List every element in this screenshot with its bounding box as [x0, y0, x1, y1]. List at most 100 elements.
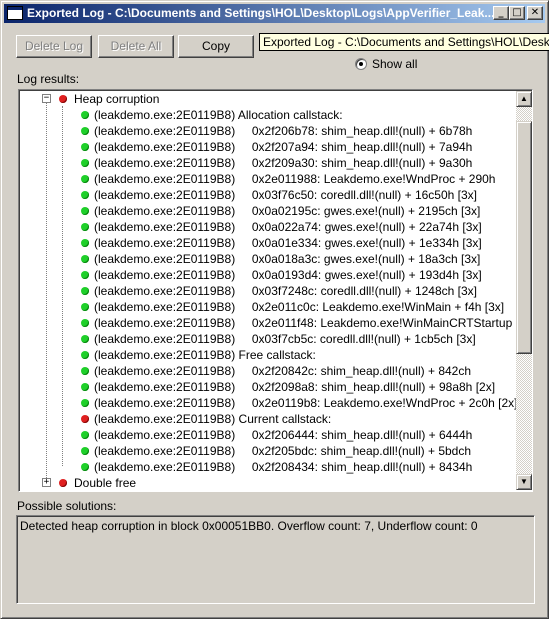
exported-log-window: Exported Log - C:\Documents and Settings…: [0, 0, 549, 619]
tree-row-text: (leakdemo.exe:2E0119B8) 0x03f7cb5c: core…: [94, 332, 476, 346]
tree-leaf[interactable]: (leakdemo.exe:2E0119B8) 0x2e011988: Leak…: [21, 171, 515, 187]
close-button[interactable]: ✕: [527, 6, 543, 20]
scroll-thumb[interactable]: [516, 121, 532, 354]
ok-status-icon: [81, 255, 89, 263]
tree-node[interactable]: − Heap corruption: [21, 91, 515, 107]
tree-row-text: (leakdemo.exe:2E0119B8) 0x03f7248c: core…: [94, 284, 478, 298]
window-icon: [7, 6, 23, 20]
tree-leaf[interactable]: (leakdemo.exe:2E0119B8) Current callstac…: [21, 411, 515, 427]
tree-row-text: (leakdemo.exe:2E0119B8) 0x2f208434: shim…: [94, 460, 473, 474]
tree-leaf[interactable]: (leakdemo.exe:2E0119B8) 0x2e0119b8: Leak…: [21, 395, 518, 411]
tree-leaf[interactable]: (leakdemo.exe:2E0119B8) 0x03f7248c: core…: [21, 283, 515, 299]
tree-row-text: (leakdemo.exe:2E0119B8) 0x2e011f48: Leak…: [94, 316, 533, 330]
ok-status-icon: [81, 127, 89, 135]
ok-status-icon: [81, 207, 89, 215]
possible-solutions-label: Possible solutions:: [17, 499, 117, 513]
copy-button[interactable]: Copy: [178, 35, 254, 58]
ok-status-icon: [81, 367, 89, 375]
delete-all-button[interactable]: Delete All: [98, 35, 174, 58]
ok-status-icon: [81, 143, 89, 151]
tree-row-text: (leakdemo.exe:2E0119B8) 0x0a01e334: gwes…: [94, 236, 482, 250]
tree-leaf[interactable]: (leakdemo.exe:2E0119B8) Free callstack:: [21, 347, 515, 363]
ok-status-icon: [81, 335, 89, 343]
ok-status-icon: [81, 463, 89, 471]
radio-selected-icon[interactable]: [355, 58, 367, 70]
tree-leaf[interactable]: (leakdemo.exe:2E0119B8) 0x2f206444: shim…: [21, 427, 515, 443]
tree-leaf[interactable]: (leakdemo.exe:2E0119B8) 0x2e011c0c: Leak…: [21, 299, 515, 315]
ok-status-icon: [81, 319, 89, 327]
ok-status-icon: [81, 223, 89, 231]
tree-row-text: (leakdemo.exe:2E0119B8) 0x2e011c0c: Leak…: [94, 300, 505, 314]
ok-status-icon: [81, 175, 89, 183]
tree-leaf[interactable]: (leakdemo.exe:2E0119B8) 0x2f2098a8: shim…: [21, 379, 515, 395]
tree-row-text: (leakdemo.exe:2E0119B8) 0x2f209a30: shim…: [94, 156, 473, 170]
error-status-icon: [59, 479, 67, 487]
tree-row-text: (leakdemo.exe:2E0119B8) 0x03f76c50: core…: [94, 188, 478, 202]
expand-icon[interactable]: +: [42, 478, 51, 487]
tree-row-text: (leakdemo.exe:2E0119B8) 0x0a022a74: gwes…: [94, 220, 482, 234]
tree-leaf[interactable]: (leakdemo.exe:2E0119B8) 0x2e011f48: Leak…: [21, 315, 532, 331]
title-tooltip: Exported Log - C:\Documents and Settings…: [259, 33, 549, 51]
tree-leaf[interactable]: (leakdemo.exe:2E0119B8) 0x0a022a74: gwes…: [21, 219, 515, 235]
tree-row-text: Double free: [74, 476, 137, 490]
scroll-down-arrow-icon[interactable]: ▼: [516, 474, 532, 490]
log-results-label: Log results:: [17, 72, 80, 86]
scroll-up-arrow-icon[interactable]: ▲: [516, 91, 532, 107]
ok-status-icon: [81, 399, 89, 407]
tree-node[interactable]: + Double free: [21, 475, 515, 491]
tree-leaf[interactable]: (leakdemo.exe:2E0119B8) 0x2f208434: shim…: [21, 459, 515, 475]
tree-leaf[interactable]: (leakdemo.exe:2E0119B8) 0x03f76c50: core…: [21, 187, 515, 203]
solutions-box[interactable]: Detected heap corruption in block 0x0005…: [16, 515, 535, 604]
tree-leaf[interactable]: (leakdemo.exe:2E0119B8) 0x2f206b78: shim…: [21, 123, 515, 139]
solutions-text: Detected heap corruption in block 0x0005…: [20, 519, 478, 533]
tree-leaf[interactable]: (leakdemo.exe:2E0119B8) Allocation calls…: [21, 107, 515, 123]
ok-status-icon: [81, 239, 89, 247]
log-results-tree[interactable]: − Heap corruption (leakdemo.exe:2E0119B8) …: [18, 89, 533, 492]
tree-row-text: (leakdemo.exe:2E0119B8) 0x2e011988: Leak…: [94, 172, 496, 186]
show-all-label: Show all: [372, 57, 418, 71]
tree-leaf[interactable]: (leakdemo.exe:2E0119B8) 0x03f7cb5c: core…: [21, 331, 515, 347]
ok-status-icon: [81, 111, 89, 119]
tree-row-text: (leakdemo.exe:2E0119B8) 0x2f206444: shim…: [94, 428, 473, 442]
tree-leaf[interactable]: (leakdemo.exe:2E0119B8) 0x2f207a94: shim…: [21, 139, 515, 155]
tree-row-text: (leakdemo.exe:2E0119B8) 0x2f20842c: shim…: [94, 364, 472, 378]
tree-row-text: (leakdemo.exe:2E0119B8) 0x0a02195c: gwes…: [94, 204, 481, 218]
tree-leaf[interactable]: (leakdemo.exe:2E0119B8) 0x2f209a30: shim…: [21, 155, 515, 171]
ok-status-icon: [81, 351, 89, 359]
tree-row-text: (leakdemo.exe:2E0119B8) Allocation calls…: [94, 108, 343, 122]
tree-row-text: Heap corruption: [74, 92, 160, 106]
ok-status-icon: [81, 159, 89, 167]
tree-leaf[interactable]: (leakdemo.exe:2E0119B8) 0x2f205bdc: shim…: [21, 443, 515, 459]
tree-leaf[interactable]: (leakdemo.exe:2E0119B8) 0x2f20842c: shim…: [21, 363, 515, 379]
tree-row-text: (leakdemo.exe:2E0119B8) 0x0a018a3c: gwes…: [94, 252, 481, 266]
tree-row-text: (leakdemo.exe:2E0119B8) 0x2f205bdc: shim…: [94, 444, 472, 458]
tree-row-text: (leakdemo.exe:2E0119B8) Free callstack:: [94, 348, 316, 362]
tree-row-text: (leakdemo.exe:2E0119B8) 0x2f2098a8: shim…: [94, 380, 496, 394]
tree-row-text: (leakdemo.exe:2E0119B8) 0x2f207a94: shim…: [94, 140, 473, 154]
tree-leaf[interactable]: (leakdemo.exe:2E0119B8) 0x0a01e334: gwes…: [21, 235, 515, 251]
tree-leaf[interactable]: (leakdemo.exe:2E0119B8) 0x0a018a3c: gwes…: [21, 251, 515, 267]
ok-status-icon: [81, 383, 89, 391]
ok-status-icon: [81, 447, 89, 455]
window-title: Exported Log - C:\Documents and Settings…: [27, 6, 495, 20]
ok-status-icon: [81, 303, 89, 311]
ok-status-icon: [81, 287, 89, 295]
tree-row-text: (leakdemo.exe:2E0119B8) 0x2f206b78: shim…: [94, 124, 473, 138]
tree-leaf[interactable]: (leakdemo.exe:2E0119B8) 0x0a02195c: gwes…: [21, 203, 515, 219]
error-status-icon: [59, 95, 67, 103]
tree-row-text: (leakdemo.exe:2E0119B8) Current callstac…: [94, 412, 332, 426]
collapse-icon[interactable]: −: [42, 94, 51, 103]
ok-status-icon: [81, 431, 89, 439]
tree-leaf[interactable]: (leakdemo.exe:2E0119B8) 0x0a0193d4: gwes…: [21, 267, 515, 283]
delete-log-button[interactable]: Delete Log: [16, 35, 92, 58]
ok-status-icon: [81, 271, 89, 279]
tree-row-text: (leakdemo.exe:2E0119B8) 0x0a0193d4: gwes…: [94, 268, 482, 282]
error-status-icon: [81, 415, 89, 423]
vertical-scrollbar[interactable]: ▲ ▼: [516, 91, 532, 490]
maximize-button[interactable]: □: [509, 6, 525, 20]
tree-row-text: (leakdemo.exe:2E0119B8) 0x2e0119b8: Leak…: [94, 396, 518, 410]
ok-status-icon: [81, 191, 89, 199]
minimize-button[interactable]: _: [493, 6, 509, 20]
title-bar[interactable]: Exported Log - C:\Documents and Settings…: [4, 4, 545, 23]
tree-rows: − Heap corruption (leakdemo.exe:2E0119B8) …: [21, 91, 532, 491]
